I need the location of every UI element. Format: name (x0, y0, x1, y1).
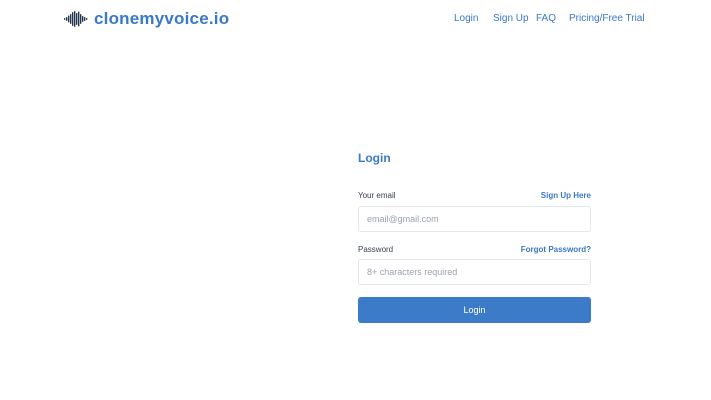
signup-here-link[interactable]: Sign Up Here (541, 190, 591, 201)
password-input[interactable] (358, 259, 591, 285)
brand-home-link[interactable]: clonemyvoice.io (64, 7, 229, 31)
soundwave-logo-icon (64, 11, 88, 27)
nav-signup-link[interactable]: Sign Up (493, 12, 529, 26)
nav-login-link[interactable]: Login (454, 12, 478, 26)
login-form: Login Your email Sign Up Here Password F… (358, 150, 591, 330)
login-submit-button[interactable]: Login (358, 297, 591, 323)
nav-faq-link[interactable]: FAQ (536, 12, 556, 26)
nav-pricing-link[interactable]: Pricing/Free Trial (569, 12, 645, 26)
forgot-password-link[interactable]: Forgot Password? (521, 244, 591, 255)
login-heading: Login (358, 151, 391, 165)
email-label: Your email (358, 191, 396, 200)
site-header: clonemyvoice.io Login Sign Up FAQ Pricin… (0, 0, 711, 38)
brand-name: clonemyvoice.io (94, 9, 230, 28)
email-input[interactable] (358, 206, 591, 232)
password-label: Password (358, 245, 394, 254)
